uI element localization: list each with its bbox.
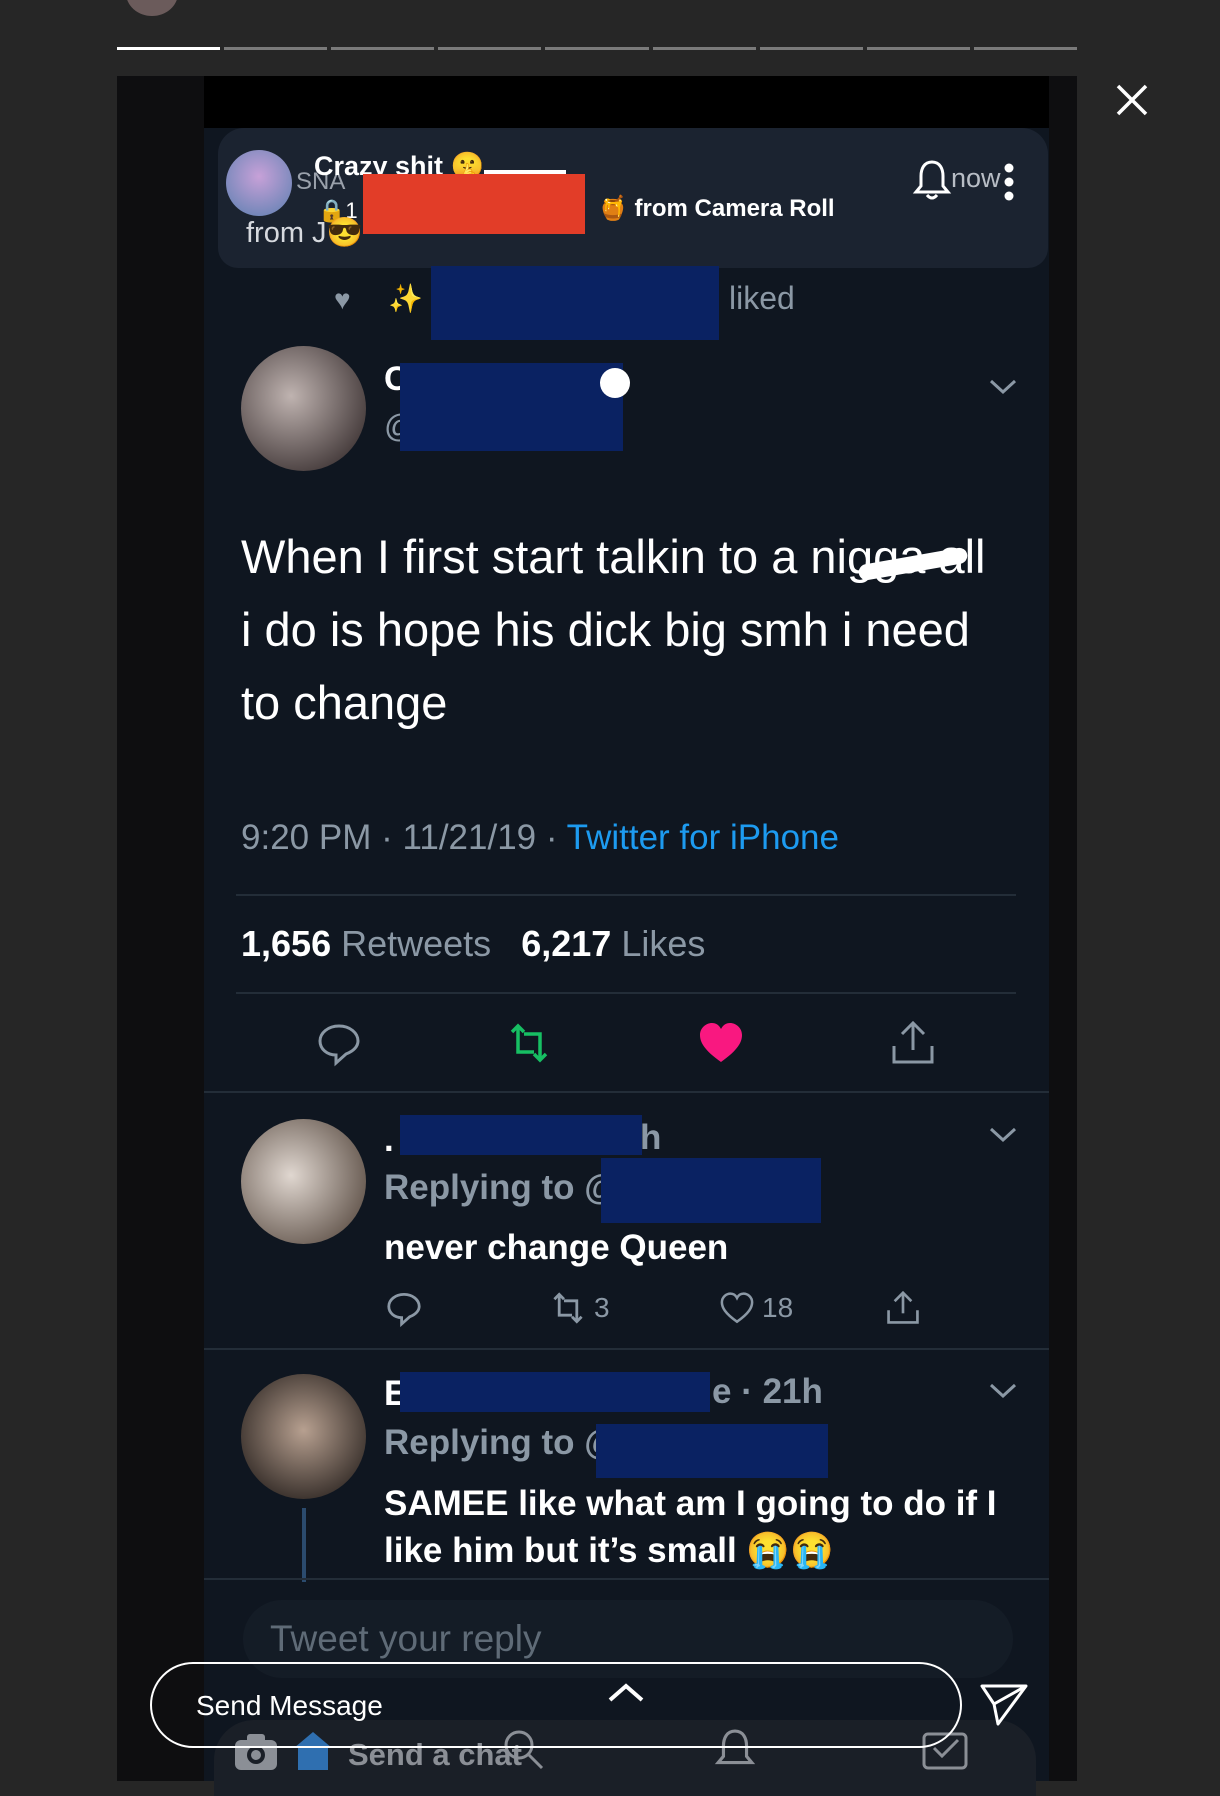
chevron-up-icon[interactable] [606, 1680, 646, 1704]
close-icon[interactable] [1112, 80, 1152, 120]
tweet-source[interactable]: Twitter for iPhone [567, 818, 839, 857]
progress-segment [652, 47, 756, 50]
progress-segment [866, 47, 970, 50]
tweet-date: 11/21/19 [402, 818, 537, 857]
divider [236, 992, 1016, 994]
heart-icon: ♥ [334, 284, 351, 315]
progress-segment [973, 47, 1077, 50]
story-owner-avatar[interactable] [126, 0, 178, 16]
redaction-block [400, 1115, 642, 1155]
reply-name-suffix: h [640, 1118, 662, 1157]
reply-name-suffix: e · 21h [712, 1372, 823, 1411]
thread-line [302, 1508, 306, 1582]
reply-avatar [241, 1374, 366, 1499]
progress-segment [438, 47, 542, 50]
camera-roll-label: 🍯 from Camera Roll [598, 195, 835, 222]
tweet-meta: 9:20 PM · 11/21/19 · Twitter for iPhone [241, 818, 839, 858]
progress-segment [331, 47, 435, 50]
story-progress-bar [117, 47, 1077, 51]
reply-icon[interactable] [384, 1288, 424, 1328]
chevron-down-icon[interactable] [988, 1124, 1018, 1146]
send-message-placeholder: Send Message [196, 1690, 383, 1721]
progress-segment [117, 47, 221, 50]
sparkles-icon: ✨ [388, 283, 423, 314]
reply-text: SAMEE like what am I going to do if I li… [384, 1484, 997, 1570]
share-icon[interactable] [884, 1288, 922, 1328]
progress-segment [545, 47, 649, 50]
divider [204, 1091, 1049, 1093]
reply-retweet-count: 3 [594, 1292, 610, 1323]
redaction-block [596, 1424, 828, 1478]
reply-avatar [241, 1119, 366, 1244]
reply-name: . [384, 1120, 394, 1159]
chevron-down-icon[interactable] [988, 376, 1018, 398]
bell-icon [912, 160, 952, 200]
like-icon[interactable] [718, 1290, 756, 1326]
more-options-icon[interactable] [998, 162, 1020, 202]
likes-count: 6,217 [521, 923, 612, 964]
like-icon[interactable] [696, 1018, 746, 1068]
photo-top-band [204, 76, 1049, 128]
snap-time: now [951, 163, 1001, 193]
send-icon[interactable] [978, 1680, 1030, 1728]
snap-from-text: from J😎 [246, 217, 363, 249]
redaction-block [400, 1372, 710, 1412]
tweet-counts: 1,656 Retweets 6,217 Likes [241, 923, 705, 965]
tweet-text: When I first start talkin to a nigga all… [241, 530, 986, 729]
reply-text: never change Queen [384, 1228, 729, 1267]
retweets-label[interactable]: Retweets [341, 923, 491, 964]
meta-separator: · [545, 818, 567, 857]
divider [204, 1348, 1049, 1350]
progress-segment [224, 47, 328, 50]
redaction-block [601, 1158, 821, 1223]
replying-to: Replying to @ [384, 1168, 619, 1207]
snap-avatar [226, 150, 292, 216]
tweet-author-avatar [241, 346, 366, 471]
replying-to: Replying to @ [384, 1423, 619, 1462]
retweets-count: 1,656 [241, 923, 332, 964]
redaction-block [400, 363, 623, 451]
retweet-icon[interactable] [504, 1018, 554, 1068]
reply-icon[interactable] [314, 1018, 364, 1068]
likes-label[interactable]: Likes [621, 923, 705, 964]
liked-label: liked [729, 280, 795, 316]
verified-icon [600, 368, 630, 398]
divider [236, 894, 1016, 896]
reply-like-count: 18 [762, 1292, 794, 1323]
share-icon[interactable] [888, 1018, 938, 1068]
redaction-block [431, 266, 719, 340]
tweet-time: 9:20 PM [241, 818, 372, 857]
divider [204, 1578, 1049, 1580]
progress-segment [759, 47, 863, 50]
meta-separator: · [381, 818, 403, 857]
redaction-block [363, 174, 585, 234]
retweet-icon[interactable] [548, 1288, 588, 1328]
tweet-reply-placeholder: Tweet your reply [270, 1618, 542, 1659]
chevron-down-icon[interactable] [988, 1380, 1018, 1402]
